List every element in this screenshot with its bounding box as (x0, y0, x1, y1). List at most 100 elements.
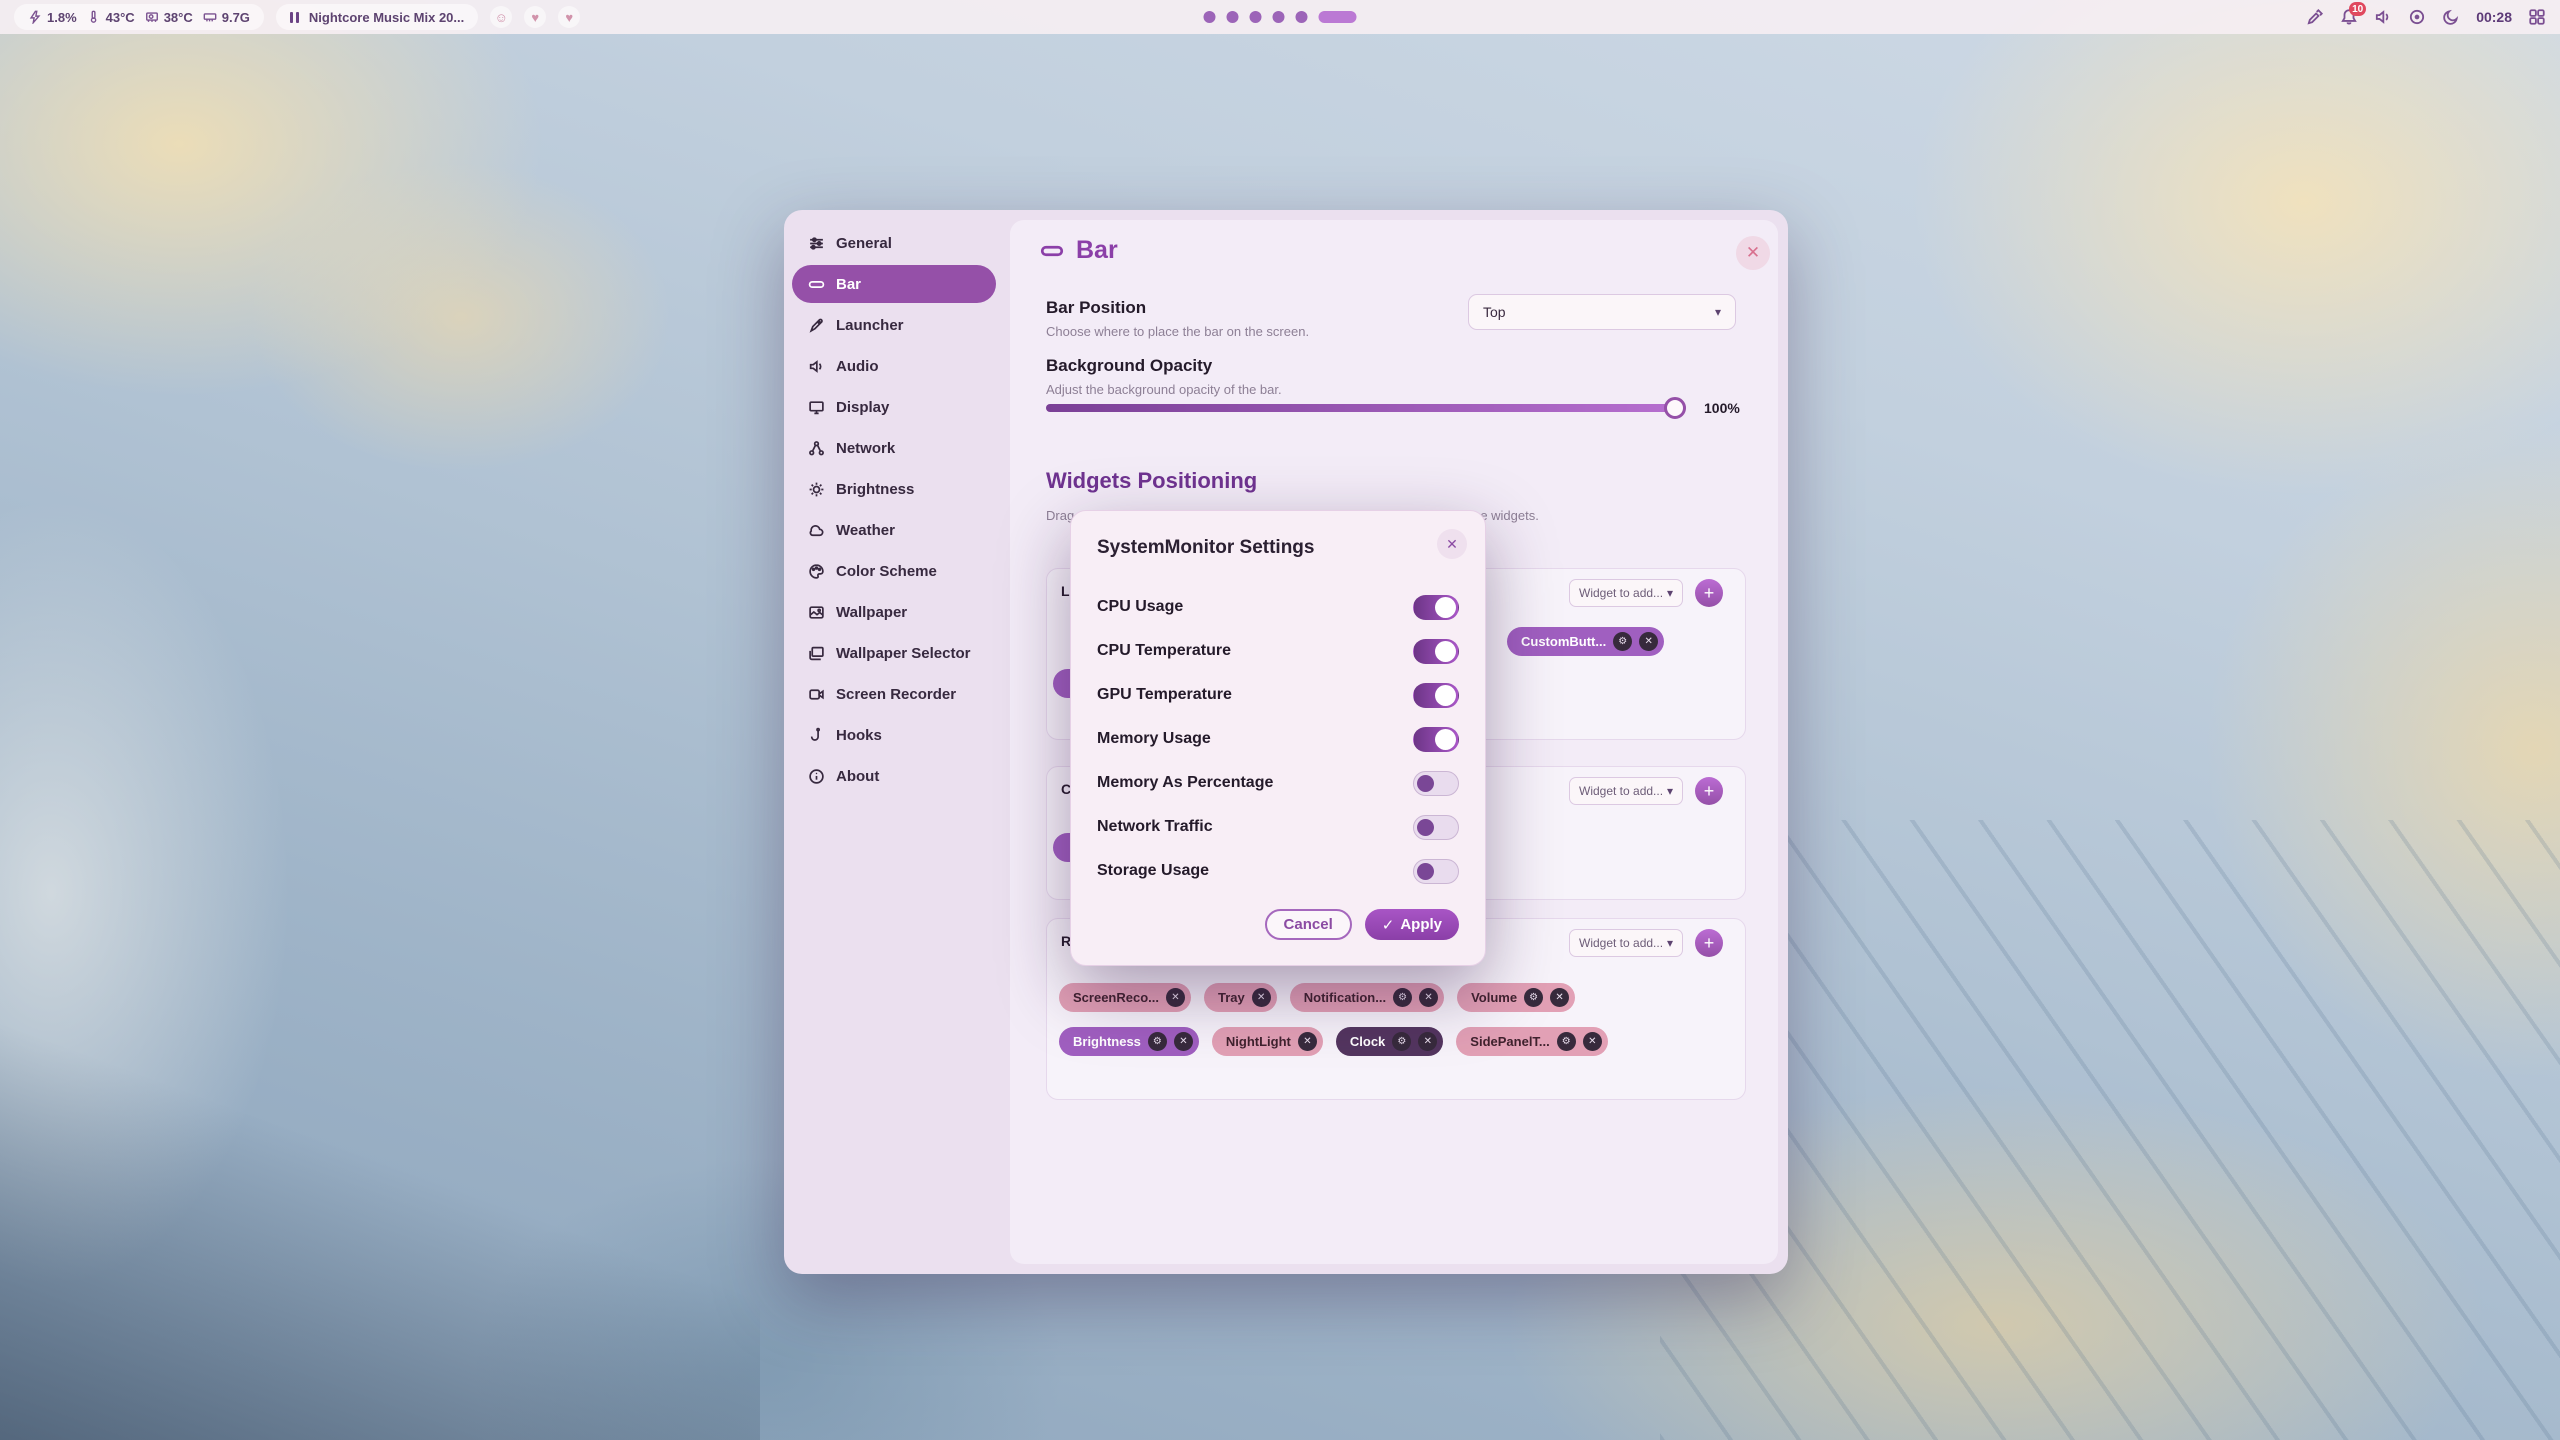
background-opacity-value: 100% (1704, 400, 1740, 416)
memory-icon (203, 10, 217, 24)
widget-chip-volume[interactable]: Volume ⚙ ✕ (1457, 983, 1575, 1012)
system-stats-chip[interactable]: 1.8% 43°C 38°C 9.7G (14, 4, 264, 30)
workspace-dot[interactable] (1273, 11, 1285, 23)
bar-position-value: Top (1483, 304, 1506, 320)
workspace-dot[interactable] (1204, 11, 1216, 23)
close-icon[interactable]: ✕ (1418, 1032, 1437, 1051)
gear-icon[interactable]: ⚙ (1393, 988, 1412, 1007)
media-player-chip[interactable]: Nightcore Music Mix 20... (276, 4, 478, 30)
background-opacity-slider[interactable] (1046, 404, 1686, 412)
gpu-temp-stat: 38°C (145, 10, 193, 25)
sidebar-item-general[interactable]: General (792, 224, 996, 262)
gear-icon[interactable]: ⚙ (1613, 632, 1632, 651)
sidebar-label: Brightness (836, 481, 914, 498)
sidebar-item-brightness[interactable]: Brightness (792, 470, 996, 508)
monitor-icon (808, 399, 825, 416)
right-add-widget-button[interactable]: + (1695, 929, 1723, 957)
sidebar-item-display[interactable]: Display (792, 388, 996, 426)
screen-record-icon[interactable] (2408, 8, 2426, 26)
left-add-widget-dropdown[interactable]: Widget to add... ▾ (1569, 579, 1683, 607)
widget-chip-notification[interactable]: Notification... ⚙ ✕ (1290, 983, 1444, 1012)
sidebar-item-weather[interactable]: Weather (792, 511, 996, 549)
app-grid-icon[interactable] (2528, 8, 2546, 26)
close-icon[interactable]: ✕ (1298, 1032, 1317, 1051)
sidebar-label: Audio (836, 358, 879, 375)
gear-icon[interactable]: ⚙ (1392, 1032, 1411, 1051)
window-close-button[interactable]: ✕ (1736, 236, 1770, 270)
gpu-icon (145, 10, 159, 24)
sidebar-item-launcher[interactable]: Launcher (792, 306, 996, 344)
network-traffic-toggle[interactable] (1413, 815, 1459, 840)
add-widget-placeholder: Widget to add... (1579, 586, 1663, 600)
gear-icon[interactable]: ⚙ (1557, 1032, 1576, 1051)
add-widget-placeholder: Widget to add... (1579, 936, 1663, 950)
close-icon[interactable]: ✕ (1252, 988, 1271, 1007)
close-icon[interactable]: ✕ (1174, 1032, 1193, 1051)
center-add-widget-dropdown[interactable]: Widget to add... ▾ (1569, 777, 1683, 805)
toggle-label: GPU Temperature (1097, 686, 1232, 704)
images-icon (808, 645, 825, 662)
night-light-icon[interactable] (2442, 8, 2460, 26)
sidebar-item-about[interactable]: About (792, 757, 996, 795)
workspace-active-pill[interactable] (1319, 11, 1357, 23)
right-add-widget-dropdown[interactable]: Widget to add... ▾ (1569, 929, 1683, 957)
cpu-usage-stat: 1.8% (28, 10, 77, 25)
bar-position-label: Bar Position (1046, 298, 1146, 318)
volume-icon[interactable] (2374, 8, 2392, 26)
close-icon: ✕ (1746, 243, 1760, 263)
chip-label: CustomButt... (1521, 634, 1606, 649)
dialog-close-button[interactable]: ✕ (1437, 529, 1467, 559)
sidebar-item-screen-recorder[interactable]: Screen Recorder (792, 675, 996, 713)
heart-icon-2[interactable]: ♥ (558, 6, 580, 28)
systemmonitor-settings-dialog: SystemMonitor Settings ✕ CPU Usage CPU T… (1070, 510, 1486, 966)
close-icon[interactable]: ✕ (1583, 1032, 1602, 1051)
close-icon[interactable]: ✕ (1639, 632, 1658, 651)
bar-position-dropdown[interactable]: Top ▾ (1468, 294, 1736, 330)
smiley-icon[interactable]: ☺ (490, 6, 512, 28)
chevron-down-icon: ▾ (1667, 586, 1673, 600)
apply-button[interactable]: ✓ Apply (1365, 909, 1459, 940)
cpu-usage-toggle[interactable] (1413, 595, 1459, 620)
lightning-icon (28, 10, 42, 24)
sidebar-item-color-scheme[interactable]: Color Scheme (792, 552, 996, 590)
color-picker-icon[interactable] (2306, 8, 2324, 26)
widget-chip-custombutton[interactable]: CustomButt... ⚙ ✕ (1507, 627, 1664, 656)
gear-icon[interactable]: ⚙ (1524, 988, 1543, 1007)
sidebar-item-hooks[interactable]: Hooks (792, 716, 996, 754)
slider-knob[interactable] (1664, 397, 1686, 419)
cpu-temperature-toggle[interactable] (1413, 639, 1459, 664)
widget-chip-clock[interactable]: Clock ⚙ ✕ (1336, 1027, 1443, 1056)
chip-label: Tray (1218, 990, 1245, 1005)
clock[interactable]: 00:28 (2476, 9, 2512, 25)
left-widgets-label: L (1061, 583, 1070, 599)
widget-chip-sidepaneltoggle[interactable]: SidePanelT... ⚙ ✕ (1456, 1027, 1607, 1056)
sidebar-item-wallpaper-selector[interactable]: Wallpaper Selector (792, 634, 996, 672)
workspace-dot[interactable] (1296, 11, 1308, 23)
center-add-widget-button[interactable]: + (1695, 777, 1723, 805)
sidebar-item-bar[interactable]: Bar (792, 265, 996, 303)
cpu-temp-stat: 43°C (87, 10, 135, 25)
gpu-temperature-toggle[interactable] (1413, 683, 1459, 708)
notifications-button[interactable]: 10 (2340, 8, 2358, 26)
widget-chip-tray[interactable]: Tray ✕ (1204, 983, 1277, 1012)
sidebar-item-network[interactable]: Network (792, 429, 996, 467)
memory-usage-toggle[interactable] (1413, 727, 1459, 752)
hook-icon (808, 727, 825, 744)
heart-icon[interactable]: ♥ (524, 6, 546, 28)
gear-icon[interactable]: ⚙ (1148, 1032, 1167, 1051)
sidebar-item-audio[interactable]: Audio (792, 347, 996, 385)
widget-chip-brightness[interactable]: Brightness ⚙ ✕ (1059, 1027, 1199, 1056)
close-icon[interactable]: ✕ (1166, 988, 1185, 1007)
sidebar-item-wallpaper[interactable]: Wallpaper (792, 593, 996, 631)
storage-usage-toggle[interactable] (1413, 859, 1459, 884)
widget-chip-nightlight[interactable]: NightLight ✕ (1212, 1027, 1323, 1056)
widget-chip-screenrecorder[interactable]: ScreenReco... ✕ (1059, 983, 1191, 1012)
close-icon[interactable]: ✕ (1419, 988, 1438, 1007)
toggle-row-gpu-temperature: GPU Temperature (1097, 673, 1459, 717)
close-icon[interactable]: ✕ (1550, 988, 1569, 1007)
cancel-button[interactable]: Cancel (1265, 909, 1352, 940)
workspace-dot[interactable] (1250, 11, 1262, 23)
left-add-widget-button[interactable]: + (1695, 579, 1723, 607)
workspace-dot[interactable] (1227, 11, 1239, 23)
memory-as-percentage-toggle[interactable] (1413, 771, 1459, 796)
